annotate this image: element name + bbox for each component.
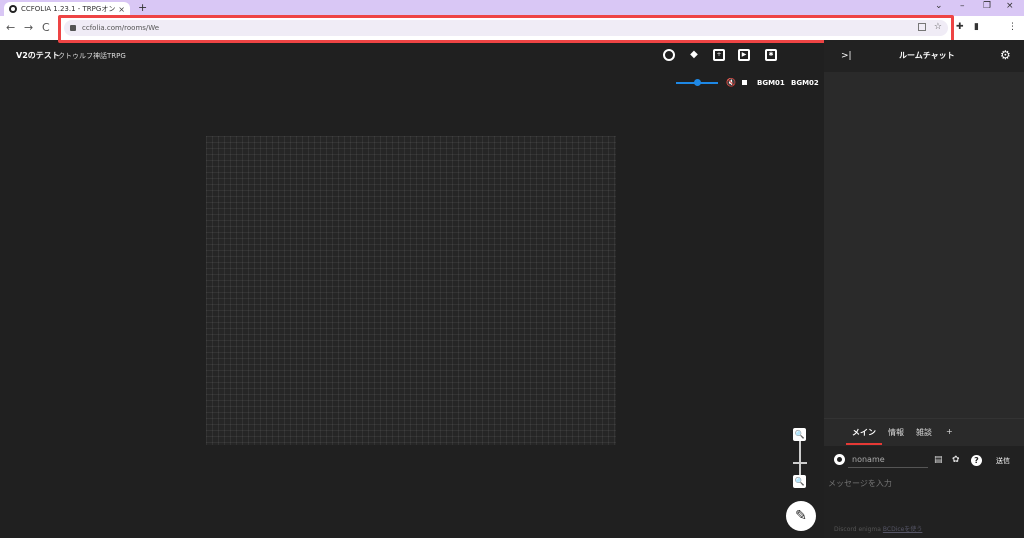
screen-icon[interactable]: ▶ [738, 49, 750, 61]
chat-input-area: ▤ ✿ ? 送信 Discord enigma BCDiceを使う [824, 446, 1024, 538]
pencil-icon: ✎ [795, 508, 807, 524]
browser-tab-bar: CCFOLIA 1.23.1 - TRPGオンラインセ × + ⌄ – ❐ × [0, 0, 1024, 16]
tab-close-icon[interactable]: × [118, 5, 125, 14]
new-tab-button[interactable]: + [138, 1, 147, 14]
address-bar[interactable]: ccfolia.com/rooms/We ☆ [64, 20, 948, 36]
character-name-input[interactable] [848, 452, 928, 468]
active-tab-indicator [846, 443, 882, 445]
face-icon[interactable] [663, 49, 675, 61]
game-board-grid[interactable] [206, 136, 616, 445]
chat-footer: Discord enigma BCDiceを使う [834, 524, 922, 533]
zoom-slider-handle[interactable] [793, 462, 807, 464]
message-input[interactable] [828, 476, 1018, 490]
movie-icon[interactable]: ✱ [765, 49, 777, 61]
browser-menu-icon[interactable]: ⋮ [1008, 22, 1017, 32]
add-tab-button[interactable]: + [946, 427, 953, 436]
tab-title: CCFOLIA 1.23.1 - TRPGオンラインセ [21, 5, 116, 13]
image-icon[interactable]: ▤ [934, 455, 943, 465]
palette-icon[interactable]: ✿ [952, 455, 960, 465]
zoom-in-button[interactable]: 🔍 [793, 428, 806, 441]
chat-tabs: メイン 情報 雑談 + [824, 418, 1024, 446]
mute-icon[interactable]: 🔇 [726, 78, 736, 87]
chat-panel: >| ルームチャット ⚙ メイン 情報 雑談 + ▤ ✿ ? 送信 Discor… [824, 40, 1024, 538]
avatar-icon[interactable] [834, 454, 845, 465]
tab-info[interactable]: 情報 [888, 427, 904, 438]
help-icon[interactable]: ? [971, 455, 982, 466]
chat-header: >| ルームチャット ⚙ [824, 40, 1024, 72]
tab-list-icon[interactable]: ⌄ [935, 1, 943, 11]
zoom-out-button[interactable]: 🔍 [793, 475, 806, 488]
bgm01-button[interactable]: BGM01 [757, 79, 785, 87]
reload-button[interactable]: C [42, 21, 50, 34]
zoom-slider-track[interactable] [799, 441, 801, 475]
bgm02-button[interactable]: BGM02 [791, 79, 819, 87]
minimize-button[interactable]: – [960, 1, 965, 11]
star-icon[interactable]: ☆ [934, 22, 942, 32]
layers-icon[interactable]: ◆ [688, 49, 700, 61]
url-text: ccfolia.com/rooms/We [82, 24, 160, 32]
footer-text: Discord enigma [834, 526, 881, 533]
lock-icon [70, 25, 76, 31]
restore-button[interactable]: ❐ [983, 1, 991, 11]
stop-icon[interactable] [742, 80, 747, 85]
close-window-button[interactable]: × [1006, 1, 1014, 11]
share-icon[interactable] [918, 23, 926, 31]
edit-button[interactable]: ✎ [786, 501, 816, 531]
collapse-panel-icon[interactable]: >| [841, 51, 852, 61]
tab-main[interactable]: メイン [852, 427, 876, 438]
room-subtitle: クトゥルフ神話TRPG [58, 52, 126, 60]
sidepanel-icon[interactable]: ▮ [974, 22, 979, 32]
room-title: V2のテスト [16, 51, 60, 60]
volume-slider-handle[interactable] [694, 79, 701, 86]
chat-title: ルームチャット [899, 51, 955, 60]
browser-tab[interactable]: CCFOLIA 1.23.1 - TRPGオンラインセ × [4, 2, 130, 16]
gear-icon[interactable]: ⚙ [1000, 48, 1011, 62]
ccfolia-favicon-icon [9, 5, 17, 13]
tab-chat[interactable]: 雑談 [916, 427, 932, 438]
back-button[interactable]: ← [6, 21, 15, 34]
extensions-icon[interactable]: ✚ [956, 22, 964, 32]
bcdice-link[interactable]: BCDiceを使う [883, 526, 922, 533]
add-comment-icon[interactable]: + [713, 49, 725, 61]
forward-button[interactable]: → [24, 21, 33, 34]
send-button[interactable]: 送信 [996, 456, 1010, 466]
